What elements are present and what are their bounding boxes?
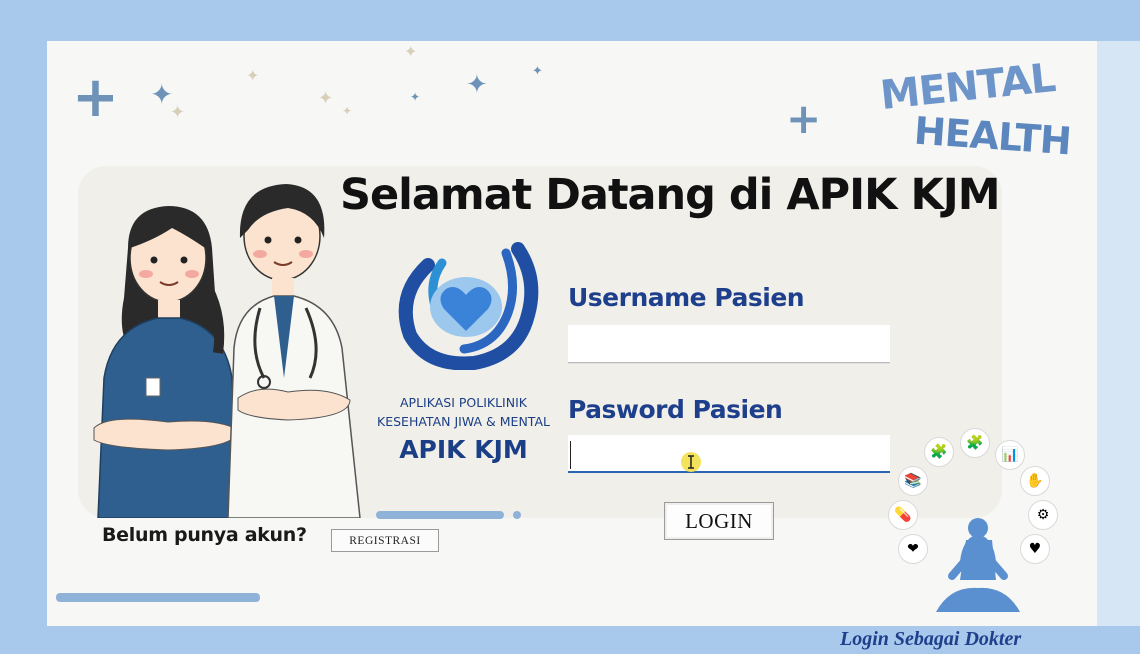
- login-as-doctor-link[interactable]: Login Sebagai Dokter: [840, 628, 1021, 651]
- sparkle-icon: ✦: [410, 90, 421, 104]
- logo-line1: APLIKASI POLIKLINIK: [400, 395, 527, 410]
- register-button[interactable]: REGISTRASI: [331, 529, 439, 552]
- username-label: Username Pasien: [568, 283, 805, 312]
- sparkle-icon: ✦: [318, 88, 334, 109]
- login-button[interactable]: LOGIN: [664, 502, 774, 540]
- heart-hand-logo-icon: [398, 242, 539, 370]
- password-label: Pasword Pasien: [568, 395, 783, 424]
- nurse-figure: [93, 206, 239, 518]
- heart-hand-icon: ❤: [898, 534, 928, 564]
- decor-dot: [513, 511, 521, 519]
- text-caret: [570, 441, 571, 469]
- plus-icon: +: [72, 65, 119, 130]
- decor-bar: [56, 593, 260, 602]
- logo-name: APIK KJM: [399, 435, 528, 464]
- right-margin: [1097, 41, 1140, 626]
- sparkle-icon: ✦: [246, 66, 260, 85]
- sparkle-icon: ✦: [532, 64, 543, 79]
- password-input[interactable]: [568, 435, 890, 473]
- sparkle-icon: ✦: [466, 70, 488, 100]
- books-icon: 📚: [898, 466, 928, 496]
- hand-icon: ✋: [1020, 466, 1050, 496]
- logo-line2: KESEHATAN JIWA & MENTAL: [377, 414, 550, 429]
- medical-staff-illustration: [93, 184, 361, 518]
- doctor-figure: [227, 184, 361, 518]
- sparkle-icon: ✦: [342, 104, 353, 118]
- decor-bar: [376, 511, 504, 519]
- puzzle-icon: 🧩: [924, 437, 954, 467]
- meditation-figure-icon: [936, 518, 1020, 612]
- medicine-icon: 💊: [888, 500, 918, 530]
- chart-icon: 📊: [995, 440, 1025, 470]
- plus-icon: +: [786, 94, 822, 143]
- sparkle-icon: ✦: [170, 102, 186, 123]
- badge-line2: HEALTH: [912, 108, 1073, 164]
- register-prompt: Belum punya akun?: [102, 524, 307, 546]
- page-title: Selamat Datang di APIK KJM: [340, 170, 1001, 220]
- puzzle-piece-icon: 🧩: [960, 428, 990, 458]
- badge-line1: MENTAL: [878, 54, 1058, 120]
- username-input[interactable]: [568, 325, 890, 363]
- sparkle-icon: ✦: [404, 42, 418, 61]
- brain-icon: ⚙: [1028, 500, 1058, 530]
- mouse-cursor-icon: [681, 452, 701, 472]
